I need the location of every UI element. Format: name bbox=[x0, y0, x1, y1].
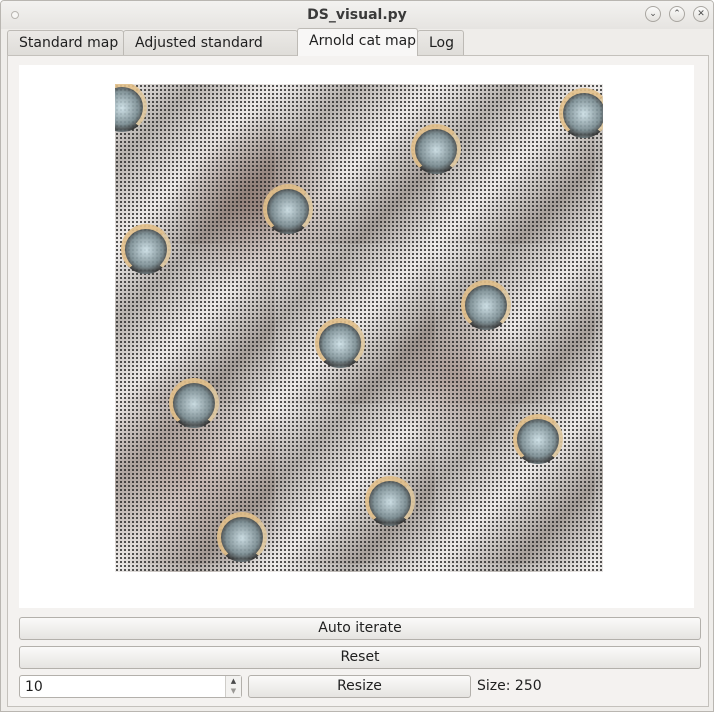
title-bar[interactable]: DS_visual.py ⌄ ⌃ ✕ bbox=[1, 1, 713, 29]
spinbox-arrows: ▲ ▼ bbox=[225, 676, 241, 697]
maximize-button[interactable]: ⌃ bbox=[669, 6, 685, 22]
pattern-eye bbox=[559, 88, 603, 138]
pattern-eye bbox=[513, 414, 563, 464]
resize-button[interactable]: Resize bbox=[248, 675, 471, 698]
tab-adjusted-standard-map[interactable]: Adjusted standard map bbox=[123, 30, 298, 75]
app-window: DS_visual.py ⌄ ⌃ ✕ Standard map Adjusted… bbox=[0, 0, 714, 712]
image-canvas bbox=[19, 65, 694, 608]
pattern-eye bbox=[315, 318, 365, 368]
pattern-eye bbox=[263, 184, 313, 234]
close-icon: ✕ bbox=[697, 9, 705, 19]
cat-map-image bbox=[115, 84, 603, 572]
close-button[interactable]: ✕ bbox=[693, 6, 709, 22]
pattern-eye bbox=[461, 280, 511, 330]
iterations-spinbox[interactable]: 10 ▲ ▼ bbox=[19, 675, 242, 698]
auto-iterate-button[interactable]: Auto iterate bbox=[19, 617, 701, 640]
minimize-button[interactable]: ⌄ bbox=[645, 6, 661, 22]
arrow-up-icon[interactable]: ▲ bbox=[226, 676, 241, 686]
tab-standard-map[interactable]: Standard map bbox=[7, 30, 124, 55]
pattern-eye bbox=[365, 476, 415, 526]
size-label: Size: 250 bbox=[477, 678, 542, 694]
arnold-cat-map-panel: Auto iterate Reset 10 ▲ ▼ Resize Size: 2… bbox=[7, 55, 709, 707]
pattern-eye bbox=[121, 224, 171, 274]
chevron-down-icon: ⌄ bbox=[649, 9, 657, 19]
tab-arnold-cat-map[interactable]: Arnold cat map bbox=[297, 28, 418, 56]
pattern-eye bbox=[411, 124, 461, 174]
tab-log[interactable]: Log bbox=[417, 30, 464, 55]
iterations-value[interactable]: 10 bbox=[25, 679, 43, 695]
chevron-up-icon: ⌃ bbox=[673, 9, 681, 19]
arrow-down-icon[interactable]: ▼ bbox=[226, 686, 241, 696]
pattern-eye bbox=[169, 378, 219, 428]
window-title: DS_visual.py bbox=[307, 7, 407, 23]
reset-button[interactable]: Reset bbox=[19, 646, 701, 669]
pattern-eye bbox=[115, 84, 147, 132]
pattern-eye bbox=[217, 512, 267, 562]
